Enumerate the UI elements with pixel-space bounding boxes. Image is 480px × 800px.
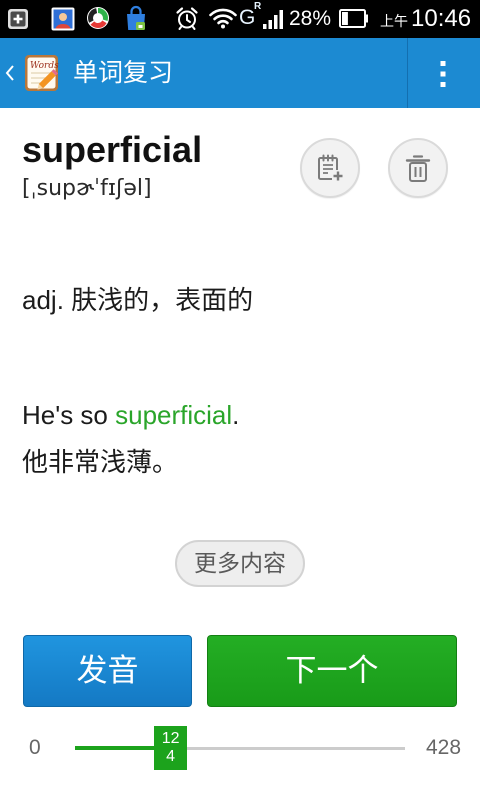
delete-word-button[interactable] xyxy=(388,138,448,198)
roaming-indicator: R xyxy=(254,1,262,12)
alarm-icon xyxy=(176,7,198,30)
contact-photo-icon xyxy=(51,7,75,31)
example-highlight: superficial xyxy=(115,400,233,430)
example-translation: 他非常浅薄。 xyxy=(22,447,179,477)
overflow-menu-button[interactable] xyxy=(408,38,480,108)
signal-icon xyxy=(263,10,283,29)
battery-fill xyxy=(342,12,348,25)
more-vert-icon xyxy=(440,61,446,87)
example-text-after: . xyxy=(232,400,240,430)
swirl-app-icon xyxy=(87,7,109,29)
progress-slider-thumb[interactable]: 124 xyxy=(154,726,188,770)
status-bar: G R 28% 上午 10:46 xyxy=(0,0,480,38)
battery-percent: 28% xyxy=(289,7,332,30)
up-button[interactable]: Words xyxy=(0,38,66,108)
clock: 10:46 xyxy=(411,5,472,32)
note-add-icon xyxy=(318,154,344,182)
wifi-icon xyxy=(209,8,237,29)
battery-icon xyxy=(339,9,368,28)
example-sentence: He's so superficial. xyxy=(22,398,239,432)
time-period: 上午 xyxy=(380,14,408,30)
network-type: G xyxy=(239,6,256,29)
progress-current-label: 124 xyxy=(161,730,180,765)
next-word-button[interactable]: 下一个 xyxy=(207,635,457,707)
phonetic-transcription: [ˌsupɚˈfɪʃəl] xyxy=(22,176,152,201)
progress-min-label: 0 xyxy=(29,736,41,759)
shopping-bag-icon xyxy=(127,5,145,30)
progress-max-label: 428 xyxy=(426,736,462,759)
action-bar: Words 单词复习 xyxy=(0,38,480,108)
words-notebook-icon: Words xyxy=(25,55,59,91)
page-title: 单词复习 xyxy=(73,58,174,87)
app-icon-lettering: Words xyxy=(30,61,59,71)
add-box-icon xyxy=(8,9,28,29)
add-to-notebook-button[interactable] xyxy=(300,138,360,198)
headword: superficial xyxy=(22,129,203,170)
example-text-before: He's so xyxy=(22,400,116,430)
pronounce-button[interactable]: 发音 xyxy=(23,635,192,707)
more-content-button[interactable]: 更多内容 xyxy=(175,540,305,587)
definition: adj. 肤浅的，表面的 xyxy=(22,285,254,315)
trash-icon xyxy=(405,155,431,182)
chevron-left-icon xyxy=(5,65,14,81)
